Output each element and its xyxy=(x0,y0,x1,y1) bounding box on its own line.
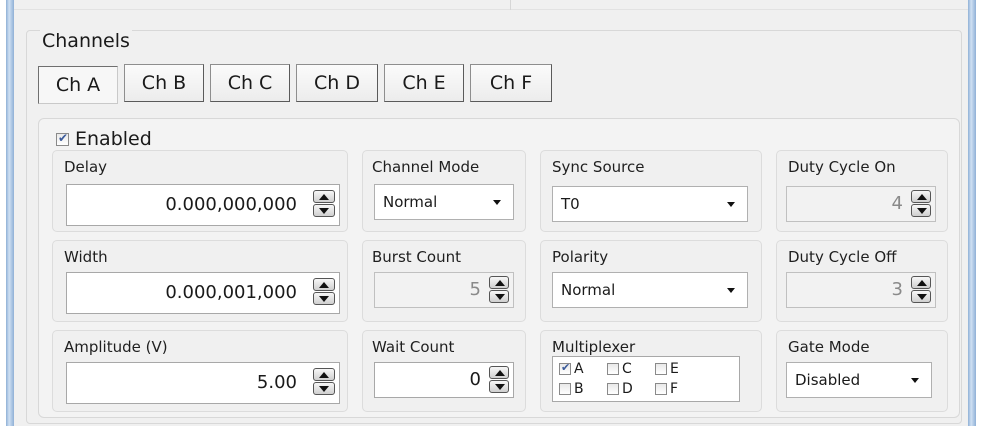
window-border-left xyxy=(6,0,14,426)
duty-cycle-on-input[interactable]: 4 xyxy=(786,186,936,222)
spin-down-icon[interactable] xyxy=(911,204,931,217)
tab-ch-f[interactable]: Ch F xyxy=(470,64,552,102)
mux-b-label: B xyxy=(574,381,584,397)
multiplexer-label: Multiplexer xyxy=(552,338,636,356)
polarity-select[interactable]: Normal xyxy=(552,272,748,308)
channel-mode-value: Normal xyxy=(383,193,438,211)
chevron-down-icon xyxy=(727,202,735,207)
width-value: 0.000,001,000 xyxy=(165,282,297,303)
mux-e-check[interactable] xyxy=(655,363,667,375)
spin-up-icon[interactable] xyxy=(313,190,335,203)
divider xyxy=(510,0,511,10)
mux-d-check[interactable] xyxy=(607,383,619,395)
enabled-label: Enabled xyxy=(75,128,152,150)
duty-cycle-on-spinner[interactable] xyxy=(911,190,931,217)
mux-d-label: D xyxy=(622,381,633,397)
chevron-down-icon xyxy=(727,288,735,293)
wait-count-input[interactable]: 0 xyxy=(374,362,514,398)
duty-cycle-on-value: 4 xyxy=(891,193,903,214)
mux-a-checkbox[interactable]: A xyxy=(559,361,584,377)
enabled-checkbox-row[interactable]: Enabled xyxy=(56,128,152,150)
burst-count-label: Burst Count xyxy=(372,248,461,266)
channel-mode-label: Channel Mode xyxy=(372,158,480,176)
delay-value: 0.000,000,000 xyxy=(165,194,297,215)
mux-b-checkbox[interactable]: B xyxy=(559,381,584,397)
burst-count-input[interactable]: 5 xyxy=(374,272,514,308)
spin-down-icon[interactable] xyxy=(489,290,509,303)
amplitude-value: 5.00 xyxy=(256,372,297,393)
tab-ch-e[interactable]: Ch E xyxy=(384,64,464,102)
mux-e-checkbox[interactable]: E xyxy=(655,361,679,377)
duty-cycle-off-input[interactable]: 3 xyxy=(786,272,936,308)
chevron-down-icon xyxy=(911,378,919,383)
delay-input[interactable]: 0.000,000,000 xyxy=(66,184,340,226)
tab-ch-b[interactable]: Ch B xyxy=(124,64,204,102)
chevron-down-icon xyxy=(493,200,501,205)
sync-source-value: T0 xyxy=(561,195,580,213)
duty-cycle-off-label: Duty Cycle Off xyxy=(788,248,897,266)
mux-c-check[interactable] xyxy=(607,363,619,375)
mux-a-check[interactable] xyxy=(559,361,571,375)
mux-f-check[interactable] xyxy=(655,383,667,395)
spin-down-icon[interactable] xyxy=(489,380,509,393)
tab-ch-c[interactable]: Ch C xyxy=(210,64,290,102)
mux-d-checkbox[interactable]: D xyxy=(607,381,633,397)
amplitude-input[interactable]: 5.00 xyxy=(66,362,340,404)
wait-count-value: 0 xyxy=(469,369,481,390)
spin-up-icon[interactable] xyxy=(313,278,335,291)
tab-ch-d[interactable]: Ch D xyxy=(296,64,378,102)
duty-cycle-on-label: Duty Cycle On xyxy=(788,158,896,176)
mux-f-label: F xyxy=(670,381,679,397)
spin-down-icon[interactable] xyxy=(313,292,335,305)
width-spinner[interactable] xyxy=(313,278,335,305)
mux-a-label: A xyxy=(574,361,584,377)
mux-e-label: E xyxy=(670,361,679,377)
spin-down-icon[interactable] xyxy=(313,382,335,395)
delay-spinner[interactable] xyxy=(313,190,335,217)
width-input[interactable]: 0.000,001,000 xyxy=(66,272,340,314)
duty-cycle-off-value: 3 xyxy=(891,279,903,300)
burst-count-spinner[interactable] xyxy=(489,276,509,303)
mux-f-checkbox[interactable]: F xyxy=(655,381,678,397)
spin-up-icon[interactable] xyxy=(911,276,931,289)
window-bottom xyxy=(14,426,968,434)
top-strip xyxy=(14,0,968,10)
channels-title: Channels xyxy=(40,30,132,52)
wait-count-label: Wait Count xyxy=(372,338,455,356)
sync-source-label: Sync Source xyxy=(552,158,645,176)
spin-up-icon[interactable] xyxy=(489,366,509,379)
dialog-client-area: Channels Ch A Ch B Ch C Ch D Ch E Ch F E… xyxy=(14,0,968,426)
mux-c-label: C xyxy=(622,361,632,377)
tab-ch-a[interactable]: Ch A xyxy=(38,66,118,104)
amplitude-label: Amplitude (V) xyxy=(64,338,168,356)
delay-label: Delay xyxy=(64,158,108,176)
mux-c-checkbox[interactable]: C xyxy=(607,361,632,377)
polarity-value: Normal xyxy=(561,281,616,299)
gate-mode-value: Disabled xyxy=(795,371,861,389)
gate-mode-select[interactable]: Disabled xyxy=(786,362,932,398)
polarity-label: Polarity xyxy=(552,248,609,266)
channel-mode-select[interactable]: Normal xyxy=(374,184,514,220)
spin-up-icon[interactable] xyxy=(489,276,509,289)
duty-cycle-off-spinner[interactable] xyxy=(911,276,931,303)
gate-mode-label: Gate Mode xyxy=(788,338,870,356)
width-label: Width xyxy=(64,248,108,266)
sync-source-select[interactable]: T0 xyxy=(552,186,748,222)
mux-b-check[interactable] xyxy=(559,383,571,395)
spin-down-icon[interactable] xyxy=(313,204,335,217)
amplitude-spinner[interactable] xyxy=(313,368,335,395)
wait-count-spinner[interactable] xyxy=(489,366,509,393)
spin-up-icon[interactable] xyxy=(911,190,931,203)
window-border-right xyxy=(968,0,976,426)
enabled-checkbox[interactable] xyxy=(56,131,69,146)
spin-up-icon[interactable] xyxy=(313,368,335,381)
spin-down-icon[interactable] xyxy=(911,290,931,303)
burst-count-value: 5 xyxy=(469,279,481,300)
multiplexer-box: A C E B D F xyxy=(552,356,740,402)
